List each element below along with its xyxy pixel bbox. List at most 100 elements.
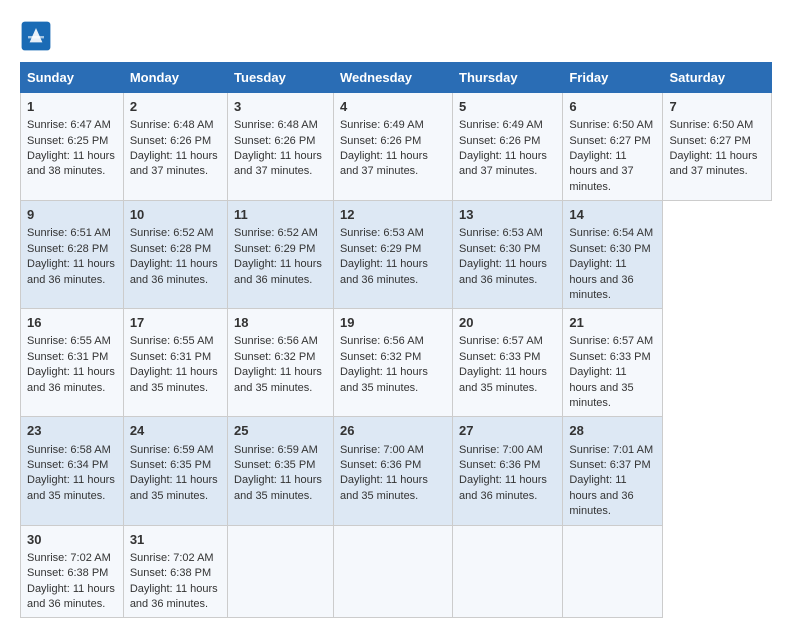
calendar-cell: 30Sunrise: 7:02 AMSunset: 6:38 PMDayligh… [21, 525, 124, 618]
col-header-sunday: Sunday [21, 63, 124, 93]
calendar-cell: 24Sunrise: 6:59 AMSunset: 6:35 PMDayligh… [123, 417, 227, 525]
sunset: Sunset: 6:34 PM [27, 459, 108, 471]
sunrise: Sunrise: 6:59 AM [130, 444, 214, 456]
week-row-5: 30 Sunrise: 7:02 AM Sunset: 6:38 PM Dayligh… [21, 525, 772, 618]
sunrise: Sunrise: 6:55 AM [130, 335, 214, 347]
day-number: 26 [340, 422, 446, 440]
week-row-2: 9Sunrise: 6:51 AMSunset: 6:28 PMDaylight… [21, 201, 772, 309]
calendar-cell: 21 Sunrise: 6:57 AM Sunset: 6:33 PM Dayligh… [563, 309, 663, 417]
calendar-cell [333, 525, 452, 618]
sunset: Sunset: 6:38 PM [27, 567, 108, 579]
daylight: Daylight: 11 hours and 36 minutes. [27, 258, 115, 285]
week-row-3: 16Sunrise: 6:55 AMSunset: 6:31 PMDayligh… [21, 309, 772, 417]
calendar-cell: 27Sunrise: 7:00 AMSunset: 6:36 PMDayligh… [453, 417, 563, 525]
calendar-cell: 6Sunrise: 6:50 AMSunset: 6:27 PMDaylight… [563, 93, 663, 201]
calendar-cell [228, 525, 334, 618]
calendar-cell: 16Sunrise: 6:55 AMSunset: 6:31 PMDayligh… [21, 309, 124, 417]
sunset: Sunset: 6:35 PM [234, 459, 315, 471]
daylight: Daylight: 11 hours and 37 minutes. [234, 150, 322, 177]
day-number: 10 [130, 206, 221, 224]
daylight: Daylight: 11 hours and 35 minutes. [340, 366, 428, 393]
calendar-cell: 19 Sunrise: 6:56 AM Sunset: 6:32 PM Dayligh… [333, 309, 452, 417]
sunset: Sunset: 6:33 PM [569, 351, 650, 363]
calendar-cell: 13Sunrise: 6:53 AMSunset: 6:30 PMDayligh… [453, 201, 563, 309]
calendar-cell: 31Sunrise: 7:02 AMSunset: 6:38 PMDayligh… [123, 525, 227, 618]
daylight: Daylight: 11 hours and 35 minutes. [130, 366, 218, 393]
day-number: 3 [234, 98, 327, 116]
col-header-thursday: Thursday [453, 63, 563, 93]
calendar-cell: 1Sunrise: 6:47 AMSunset: 6:25 PMDaylight… [21, 93, 124, 201]
sunrise: Sunrise: 6:53 AM [459, 227, 543, 239]
col-header-tuesday: Tuesday [228, 63, 334, 93]
sunrise: Sunrise: 6:57 AM [459, 335, 543, 347]
sunset: Sunset: 6:26 PM [340, 135, 421, 147]
sunrise: Sunrise: 6:56 AM [234, 335, 318, 347]
day-number: 6 [569, 98, 656, 116]
sunset: Sunset: 6:26 PM [130, 135, 211, 147]
calendar-cell: 10Sunrise: 6:52 AMSunset: 6:28 PMDayligh… [123, 201, 227, 309]
day-number: 11 [234, 206, 327, 224]
day-number: 21 [569, 314, 656, 332]
sunrise: Sunrise: 7:02 AM [27, 552, 111, 564]
day-number: 1 [27, 98, 117, 116]
daylight: Daylight: 11 hours and 35 minutes. [569, 366, 633, 409]
sunset: Sunset: 6:36 PM [340, 459, 421, 471]
calendar-cell [563, 525, 663, 618]
day-number: 2 [130, 98, 221, 116]
day-number: 16 [27, 314, 117, 332]
daylight: Daylight: 11 hours and 37 minutes. [130, 150, 218, 177]
sunset: Sunset: 6:33 PM [459, 351, 540, 363]
daylight: Daylight: 11 hours and 36 minutes. [130, 258, 218, 285]
sunset: Sunset: 6:37 PM [569, 459, 650, 471]
daylight: Daylight: 11 hours and 38 minutes. [27, 150, 115, 177]
page-header [20, 20, 772, 52]
sunrise: Sunrise: 6:56 AM [340, 335, 424, 347]
day-number: 27 [459, 422, 556, 440]
day-number: 14 [569, 206, 656, 224]
col-header-saturday: Saturday [663, 63, 772, 93]
day-number: 30 [27, 531, 117, 549]
logo-icon [20, 20, 52, 52]
sunset: Sunset: 6:32 PM [340, 351, 421, 363]
daylight: Daylight: 11 hours and 36 minutes. [340, 258, 428, 285]
sunrise: Sunrise: 6:57 AM [569, 335, 653, 347]
daylight: Daylight: 11 hours and 36 minutes. [27, 366, 115, 393]
calendar-cell: 11Sunrise: 6:52 AMSunset: 6:29 PMDayligh… [228, 201, 334, 309]
sunset: Sunset: 6:28 PM [27, 243, 108, 255]
calendar-table: SundayMondayTuesdayWednesdayThursdayFrid… [20, 62, 772, 618]
calendar-cell: 4Sunrise: 6:49 AMSunset: 6:26 PMDaylight… [333, 93, 452, 201]
sunrise: Sunrise: 6:52 AM [130, 227, 214, 239]
sunrise: Sunrise: 6:50 AM [569, 119, 653, 131]
sunset: Sunset: 6:27 PM [669, 135, 750, 147]
sunrise: Sunrise: 6:55 AM [27, 335, 111, 347]
calendar-cell: 5Sunrise: 6:49 AMSunset: 6:26 PMDaylight… [453, 93, 563, 201]
daylight: Daylight: 11 hours and 35 minutes. [27, 474, 115, 501]
calendar-cell: 25Sunrise: 6:59 AMSunset: 6:35 PMDayligh… [228, 417, 334, 525]
day-number: 12 [340, 206, 446, 224]
sunrise: Sunrise: 6:49 AM [340, 119, 424, 131]
sunrise: Sunrise: 6:58 AM [27, 444, 111, 456]
daylight: Daylight: 11 hours and 35 minutes. [130, 474, 218, 501]
calendar-cell: 9Sunrise: 6:51 AMSunset: 6:28 PMDaylight… [21, 201, 124, 309]
calendar-cell: 3Sunrise: 6:48 AMSunset: 6:26 PMDaylight… [228, 93, 334, 201]
day-number: 5 [459, 98, 556, 116]
sunrise: Sunrise: 6:51 AM [27, 227, 111, 239]
calendar-cell: 17Sunrise: 6:55 AMSunset: 6:31 PMDayligh… [123, 309, 227, 417]
daylight: Daylight: 11 hours and 36 minutes. [459, 258, 547, 285]
daylight: Daylight: 11 hours and 36 minutes. [234, 258, 322, 285]
calendar-cell: 20Sunrise: 6:57 AMSunset: 6:33 PMDayligh… [453, 309, 563, 417]
calendar-cell: 28Sunrise: 7:01 AMSunset: 6:37 PMDayligh… [563, 417, 663, 525]
calendar-cell: 7Sunrise: 6:50 AMSunset: 6:27 PMDaylight… [663, 93, 772, 201]
calendar-cell: 23Sunrise: 6:58 AMSunset: 6:34 PMDayligh… [21, 417, 124, 525]
week-row-1: 1Sunrise: 6:47 AMSunset: 6:25 PMDaylight… [21, 93, 772, 201]
sunset: Sunset: 6:32 PM [234, 351, 315, 363]
sunrise: Sunrise: 6:54 AM [569, 227, 653, 239]
day-number: 4 [340, 98, 446, 116]
sunrise: Sunrise: 6:47 AM [27, 119, 111, 131]
day-number: 19 [340, 314, 446, 332]
sunset: Sunset: 6:27 PM [569, 135, 650, 147]
daylight: Daylight: 11 hours and 36 minutes. [130, 583, 218, 610]
sunset: Sunset: 6:30 PM [459, 243, 540, 255]
sunrise: Sunrise: 6:53 AM [340, 227, 424, 239]
sunrise: Sunrise: 7:01 AM [569, 444, 653, 456]
